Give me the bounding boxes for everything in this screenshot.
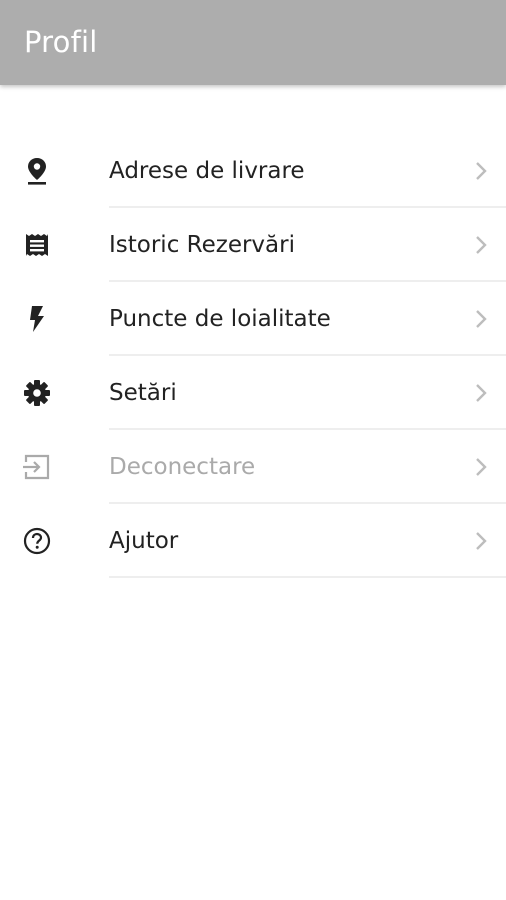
chevron-right-icon — [476, 532, 487, 550]
menu-item-label: Istoric Rezervări — [109, 232, 295, 258]
menu-item-loyalty-points[interactable]: Puncte de loialitate — [0, 282, 506, 356]
chevron-right-icon — [476, 384, 487, 402]
menu-item-logout[interactable]: Deconectare — [0, 430, 506, 504]
chevron-right-icon — [476, 458, 487, 476]
divider — [109, 576, 506, 578]
gear-icon — [22, 378, 52, 408]
page-title: Profil — [24, 25, 98, 59]
menu-item-label: Deconectare — [109, 454, 256, 480]
location-pin-icon — [22, 156, 52, 186]
menu-item-booking-history[interactable]: Istoric Rezervări — [0, 208, 506, 282]
menu-item-label: Adrese de livrare — [109, 158, 305, 184]
chevron-right-icon — [476, 310, 487, 328]
app-bar: Profil — [0, 0, 506, 85]
chevron-right-icon — [476, 236, 487, 254]
receipt-list-icon — [22, 230, 52, 260]
menu-item-help[interactable]: Ajutor — [0, 504, 506, 578]
menu-item-delivery-addresses[interactable]: Adrese de livrare — [0, 134, 506, 208]
menu-item-label: Ajutor — [109, 528, 179, 554]
exit-icon — [22, 452, 52, 482]
help-circle-icon — [22, 526, 52, 556]
chevron-right-icon — [476, 162, 487, 180]
profile-menu: Adrese de livrare Istoric Rezervări Punc… — [0, 134, 506, 578]
lightning-bolt-icon — [22, 304, 52, 334]
menu-item-label: Setări — [109, 380, 177, 406]
menu-item-settings[interactable]: Setări — [0, 356, 506, 430]
menu-item-label: Puncte de loialitate — [109, 306, 331, 332]
